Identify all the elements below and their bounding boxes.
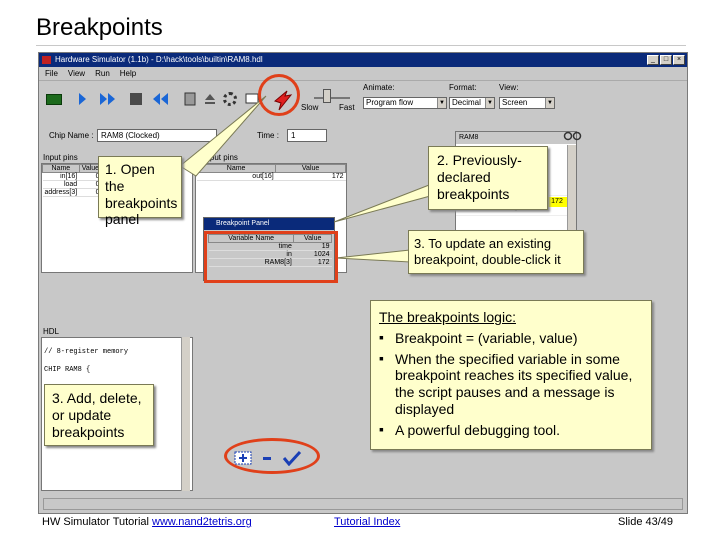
logic-bullet: Breakpoint = (variable, value) xyxy=(379,329,643,347)
logic-bullets: Breakpoint = (variable, value) When the … xyxy=(379,329,643,439)
logic-title: The breakpoints logic: xyxy=(379,309,516,325)
tutorial-index-link[interactable]: Tutorial Index xyxy=(334,516,400,528)
remove-breakpoint-icon[interactable] xyxy=(260,451,274,465)
nand2tetris-link[interactable]: www.nand2tetris.org xyxy=(152,516,252,528)
callout-update-existing: 3. To update an existing breakpoint, dou… xyxy=(408,230,584,274)
logic-bullet: When the specified variable in some brea… xyxy=(379,350,643,418)
callout-pointers xyxy=(179,95,444,263)
callout-previously-declared: 2. Previously-declared breakpoints xyxy=(428,146,548,210)
callout-open-panel: 1. Open the breakpoints panel xyxy=(98,156,182,227)
logic-bullet: A powerful debugging tool. xyxy=(379,421,643,439)
footer-left: HW Simulator Tutorial www.nand2tetris.or… xyxy=(42,516,252,528)
footer-text: HW Simulator Tutorial xyxy=(42,516,153,528)
ok-check-icon[interactable] xyxy=(282,450,302,466)
flag-highlight-ring xyxy=(258,74,300,116)
footer-center: Tutorial Index xyxy=(334,516,400,528)
callout-add-delete: 3. Add, delete, or update breakpoints xyxy=(44,384,154,446)
breakpoints-logic-box: The breakpoints logic: Breakpoint = (var… xyxy=(370,300,652,450)
add-breakpoint-icon[interactable] xyxy=(234,451,252,465)
breakpoint-buttons xyxy=(230,447,308,469)
slide-number: Slide 43/49 xyxy=(618,516,674,528)
breakpoint-table-highlight xyxy=(204,231,338,283)
